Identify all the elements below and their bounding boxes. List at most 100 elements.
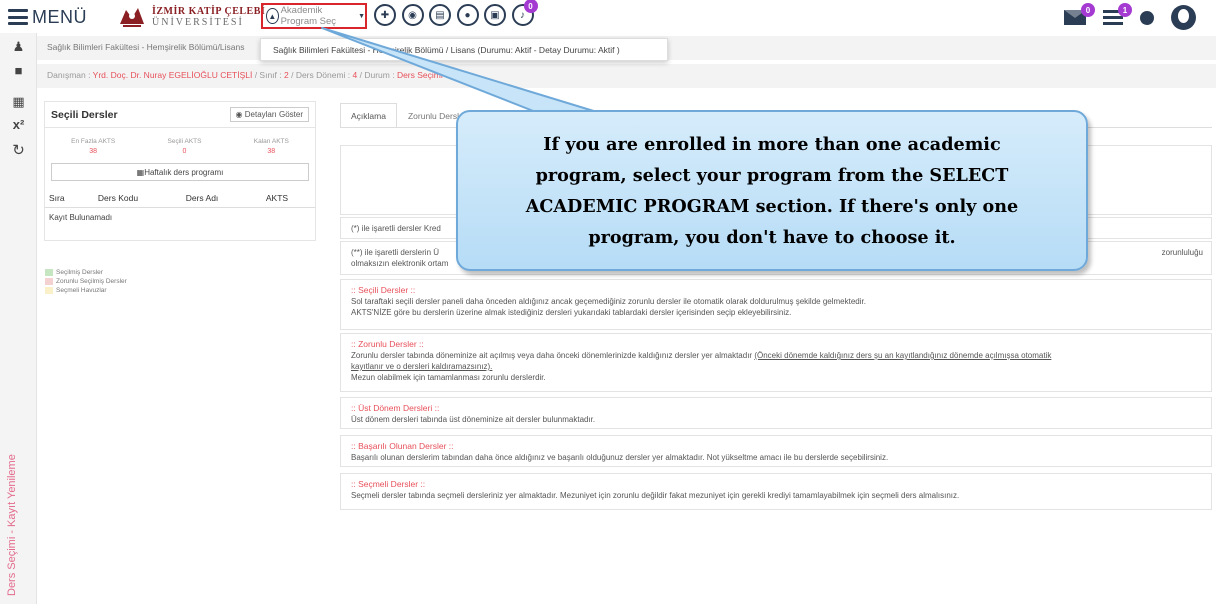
note-double-star: (**) ile işaretli derslerin Ü olmaksızın…	[340, 241, 1212, 275]
top-bar: MENÜ İZMİR KATİP ÇELEBİ ÜNİVERSİTESİ ▲ A…	[0, 0, 1216, 33]
mandatory-info-text2: kayıtlanır ve o dersleri kaldıramazsınız…	[351, 362, 493, 371]
legend-item: Seçilmiş Dersler	[45, 268, 127, 277]
akts-remaining-value: 38	[267, 148, 276, 155]
user-icon[interactable]: ♟	[11, 39, 26, 54]
caret-down-icon: ▼	[358, 12, 365, 20]
mandatory-info-title: :: Zorunlu Dersler ::	[351, 339, 424, 349]
notifications-button[interactable]: 1	[1103, 3, 1132, 25]
upper-info-title: :: Üst Dönem Dersleri ::	[351, 403, 440, 413]
user-menu-button[interactable]	[1171, 5, 1196, 30]
content-header-box	[340, 145, 1212, 215]
selected-info-text1: Sol taraftaki seçili dersler paneli daha…	[351, 297, 866, 306]
table-empty-row: Kayıt Bulunamadı	[49, 213, 113, 222]
notifications-badge: 1	[1118, 3, 1132, 17]
bell-icon[interactable]: ♪ 0	[511, 0, 538, 26]
mail-badge: 0	[1081, 3, 1095, 17]
calendar-icon[interactable]: ▣	[484, 4, 506, 26]
university-emblem-icon	[120, 8, 144, 27]
panel-title: Seçili Dersler	[51, 108, 118, 121]
eye-icon: ◉	[235, 110, 245, 119]
book-icon[interactable]: ■	[11, 63, 26, 78]
graduation-cap-icon: ▲	[266, 8, 279, 24]
menu-button[interactable]: MENÜ	[8, 6, 87, 28]
note-double-star-line1: (**) ile işaretli derslerin Ü	[351, 248, 440, 257]
advisor-label: Danışman :	[47, 70, 93, 80]
col-code: Ders Kodu	[97, 193, 139, 203]
show-details-button[interactable]: ◉ Detayları Göster	[229, 107, 309, 122]
calendar-icon: ▦	[136, 167, 145, 177]
advisor-name: Yrd. Doç. Dr. Nuray EGELİOĞLU CETİŞLİ	[92, 70, 253, 80]
eye-icon[interactable]: ◉	[401, 4, 424, 26]
grades-icon[interactable]: x²	[11, 117, 26, 132]
note-double-star-tail: zorunluluğu	[1161, 248, 1203, 257]
legend-swatch	[45, 287, 53, 294]
term-label: / Ders Dönemi :	[288, 70, 353, 80]
mandatory-info-text3: Mezun olabilmek için tamamlanması zorunl…	[351, 373, 546, 382]
akts-max-value: 38	[89, 148, 98, 155]
language-button[interactable]	[1140, 10, 1154, 25]
calendar-grid-icon[interactable]: ▦	[11, 94, 26, 109]
note-credit: (*) ile işaretli dersler Kred	[340, 217, 1212, 239]
logo-line2: ÜNİVERSİTESİ	[152, 17, 244, 28]
legend-label: Zorunlu Seçilmiş Dersler	[56, 278, 127, 285]
passed-courses-info: :: Başarılı Olunan Dersler :: Başarılı o…	[340, 435, 1212, 467]
legend: Seçilmiş Dersler Zorunlu Seçilmiş Dersle…	[45, 268, 127, 295]
courses-table-header: Sıra Ders Kodu Ders Adı AKTS	[45, 181, 315, 208]
col-order: Sıra	[49, 193, 65, 203]
description-content: (*) ile işaretli dersler Kred (**) ile i…	[340, 127, 1212, 513]
akts-selected-label: Seçili AKTS	[167, 138, 202, 145]
class-label: / Sınıf :	[252, 70, 284, 80]
selected-courses-info: :: Seçili Dersler :: Sol taraftaki seçil…	[340, 279, 1212, 330]
left-sidebar: ♟ ■ ▦ x² ↻ Ders Seçimi - Kayıt Yenileme	[0, 33, 37, 604]
col-name: Ders Adı	[185, 193, 219, 203]
course-tabs: Açıklama Zorunlu Dersler	[340, 103, 478, 128]
status-label: / Durum :	[357, 70, 397, 80]
hamburger-icon	[8, 9, 28, 25]
mandatory-courses-info: :: Zorunlu Dersler :: Zorunlu dersler ta…	[340, 333, 1212, 392]
refresh-icon[interactable]: ↻	[11, 142, 26, 159]
status-value: Ders Seçimi	[396, 70, 443, 80]
card-icon[interactable]: ▤	[429, 4, 451, 26]
sidebar-vertical-label: Ders Seçimi - Kayıt Yenileme	[6, 454, 18, 596]
tab-description[interactable]: Açıklama	[340, 103, 397, 128]
selected-info-text2: AKTS'NİZE göre bu derslerin üzerine alma…	[351, 308, 792, 317]
program-dropdown-option[interactable]: Sağlık Bilimleri Fakültesi - Hemşirelik …	[260, 38, 668, 61]
mandatory-info-text1-underline: (Önceki dönemde kaldığınız ders şu an ka…	[754, 351, 1052, 360]
academic-program-select[interactable]: ▲ Akademik Program Seç ▼	[261, 3, 367, 29]
legend-swatch	[45, 278, 53, 285]
legend-item: Seçmeli Havuzlar	[45, 286, 127, 295]
elective-courses-info: :: Seçmeli Dersler :: Seçmeli dersler ta…	[340, 473, 1212, 510]
user-avatar-icon	[1171, 5, 1196, 30]
move-icon[interactable]: ✚	[374, 4, 396, 26]
elective-info-text: Seçmeli dersler tabında seçmeli dersleri…	[351, 491, 960, 500]
upper-term-info: :: Üst Dönem Dersleri :: Üst dönem dersl…	[340, 397, 1212, 429]
weekly-schedule-button[interactable]: ▦ Haftalık ders programı	[51, 163, 309, 181]
passed-info-title: :: Başarılı Olunan Dersler ::	[351, 441, 454, 451]
passed-info-text: Başarılı olunan derslerim tabından daha …	[351, 453, 889, 462]
note-credit-text: (*) ile işaretli dersler Kred	[351, 224, 441, 233]
selected-info-title: :: Seçili Dersler ::	[351, 285, 416, 295]
menu-label: MENÜ	[32, 6, 87, 27]
user-circle-icon[interactable]: ●	[456, 4, 479, 26]
university-logo[interactable]: İZMİR KATİP ÇELEBİ ÜNİVERSİTESİ	[118, 2, 265, 32]
bell-badge: 0	[523, 0, 538, 13]
akts-max-label: En Fazla AKTS	[71, 138, 116, 145]
legend-swatch	[45, 269, 53, 276]
legend-label: Seçmeli Havuzlar	[56, 287, 107, 294]
legend-label: Seçilmiş Dersler	[56, 269, 103, 276]
program-select-label: Akademik Program Seç	[280, 5, 337, 27]
tab-mandatory[interactable]: Zorunlu Dersler	[397, 103, 478, 128]
upper-info-text: Üst dönem dersleri tabında üst döneminiz…	[351, 415, 596, 424]
akts-selected-value: 0	[182, 148, 187, 155]
show-details-label: Detayları Göster	[244, 110, 303, 119]
weekly-schedule-label: Haftalık ders programı	[144, 167, 224, 177]
note-double-star-line2: olmaksızın elektronik ortam	[351, 259, 449, 268]
globe-icon	[1140, 10, 1154, 25]
elective-info-title: :: Seçmeli Dersler ::	[351, 479, 426, 489]
akts-remaining-label: Kalan AKTS	[253, 138, 289, 145]
akts-summary: En Fazla AKTS 38 Seçili AKTS 0 Kalan AKTS 3…	[45, 128, 315, 155]
col-akts: AKTS	[265, 193, 289, 203]
mail-button[interactable]: 0	[1064, 3, 1095, 25]
legend-item: Zorunlu Seçilmiş Dersler	[45, 277, 127, 286]
mandatory-info-text1: Zorunlu dersler tabında döneminize ait a…	[351, 351, 755, 360]
